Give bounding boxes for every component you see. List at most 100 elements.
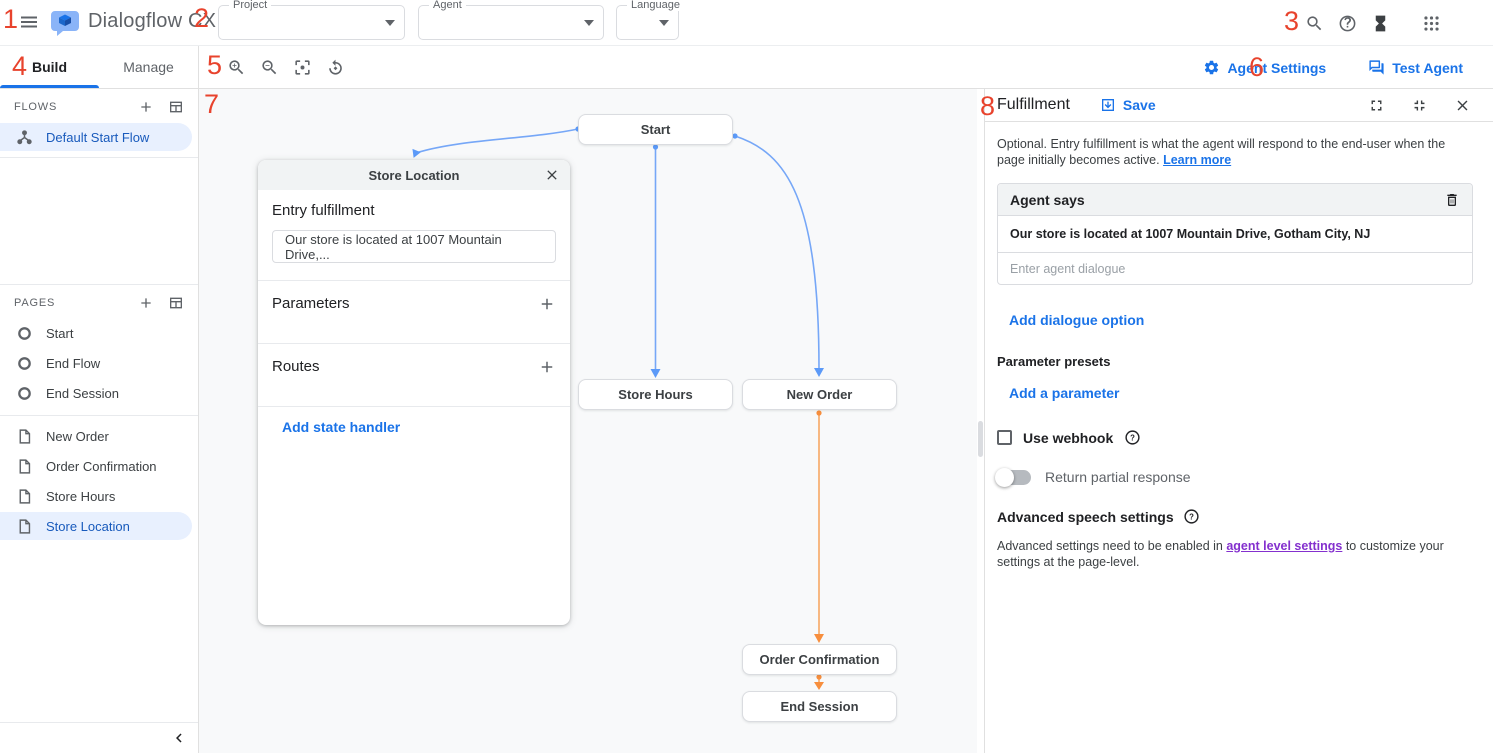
node-order-confirmation[interactable]: Order Confirmation (742, 644, 897, 675)
page-item-label: End Session (46, 386, 119, 401)
tab-build[interactable]: Build (0, 46, 99, 88)
svg-text:?: ? (1130, 433, 1135, 442)
use-webhook-checkbox[interactable] (997, 430, 1012, 445)
sidebar-item-end-flow-page[interactable]: End Flow (0, 349, 192, 377)
fulfillment-description: Optional. Entry fulfillment is what the … (997, 136, 1473, 168)
node-label: End Session (780, 699, 858, 714)
save-icon (1100, 97, 1116, 113)
apps-grid-icon[interactable] (1422, 14, 1441, 33)
sidebar-item-default-start-flow[interactable]: Default Start Flow (0, 123, 192, 151)
return-partial-response-row: Return partial response (997, 469, 1473, 485)
flow-canvas[interactable]: Start Store Hours New Order Order Confir… (199, 89, 977, 753)
flows-table-view-icon[interactable] (168, 99, 184, 115)
delete-icon[interactable] (1444, 192, 1460, 208)
tab-manage[interactable]: Manage (99, 46, 198, 88)
page-item-label: Store Location (46, 519, 130, 534)
add-parameter-icon[interactable] (538, 295, 556, 313)
document-icon (16, 518, 33, 535)
collapse-sidebar-icon[interactable] (170, 729, 188, 747)
sidebar-footer (0, 722, 198, 753)
close-panel-icon[interactable] (1454, 97, 1471, 114)
fulfillment-panel: Fulfillment Save Optional. Entry fulfill… (985, 89, 1493, 753)
tab-manage-label: Manage (123, 59, 174, 75)
node-start[interactable]: Start (578, 114, 733, 145)
fulfillment-panel-body: Optional. Entry fulfillment is what the … (985, 122, 1493, 570)
sidebar-item-start-page[interactable]: Start (0, 319, 192, 347)
sidebar-item-store-location-page[interactable]: Store Location (0, 512, 192, 540)
page-item-label: New Order (46, 429, 109, 444)
add-a-parameter-link[interactable]: Add a parameter (1009, 385, 1473, 401)
page-item-label: Start (46, 326, 73, 341)
node-end-session[interactable]: End Session (742, 691, 897, 722)
node-label: New Order (787, 387, 853, 402)
hourglass-icon[interactable] (1371, 14, 1390, 33)
divider (258, 406, 570, 407)
dialogflow-logo-icon (50, 8, 80, 38)
page-item-label: Store Hours (46, 489, 115, 504)
sidebar-item-end-session-page[interactable]: End Session (0, 379, 192, 407)
add-page-icon[interactable] (138, 295, 154, 311)
sidebar-item-new-order-page[interactable]: New Order (0, 422, 192, 450)
page-circle-icon (16, 385, 33, 402)
add-flow-icon[interactable] (138, 99, 154, 115)
menu-icon[interactable] (20, 13, 38, 31)
chevron-down-icon (659, 20, 669, 26)
routes-row[interactable]: Routes (272, 344, 556, 389)
parameters-row[interactable]: Parameters (272, 281, 556, 326)
page-item-label: Order Confirmation (46, 459, 157, 474)
advanced-speech-settings-label: Advanced speech settings (997, 509, 1174, 525)
store-location-card-header[interactable]: Store Location (258, 160, 570, 190)
agent-dialogue-input[interactable] (1010, 262, 1460, 276)
project-select[interactable]: Project (218, 5, 405, 40)
node-new-order[interactable]: New Order (742, 379, 897, 410)
panel-resize-handle[interactable] (978, 421, 983, 457)
agent-says-title: Agent says (1010, 192, 1444, 208)
help-icon[interactable] (1338, 14, 1357, 33)
pages-section: PAGES Start End Flow End Session (0, 284, 198, 542)
pages-header-label: PAGES (14, 297, 124, 309)
store-location-card-title: Store Location (258, 168, 570, 183)
zoom-in-icon[interactable] (227, 58, 246, 77)
center-focus-icon[interactable] (293, 58, 312, 77)
agent-says-header: Agent says (998, 184, 1472, 216)
close-icon[interactable] (544, 167, 560, 183)
flows-empty-space (0, 158, 198, 284)
entry-fulfillment-field[interactable]: Our store is located at 1007 Mountain Dr… (272, 230, 556, 263)
language-select[interactable]: Language (616, 5, 679, 40)
search-icon[interactable] (1305, 14, 1324, 33)
save-button[interactable]: Save (1100, 97, 1156, 113)
agent-select[interactable]: Agent (418, 5, 604, 40)
agent-level-settings-link[interactable]: agent level settings (1226, 539, 1342, 553)
speech-settings-help-icon[interactable]: ? (1183, 508, 1200, 525)
agent-settings-button[interactable]: Agent Settings (1197, 55, 1332, 80)
learn-more-link[interactable]: Learn more (1163, 153, 1231, 167)
note-text-pre: Advanced settings need to be enabled in (997, 539, 1226, 553)
zoom-out-icon[interactable] (260, 58, 279, 77)
pages-table-view-icon[interactable] (168, 295, 184, 311)
pages-header: PAGES (0, 285, 198, 317)
return-partial-response-toggle[interactable] (997, 470, 1031, 485)
flow-item-label: Default Start Flow (46, 130, 149, 145)
parameter-presets-label: Parameter presets (997, 354, 1473, 369)
fullscreen-icon[interactable] (1368, 97, 1385, 114)
fulfillment-title: Fulfillment (997, 96, 1070, 114)
node-store-hours[interactable]: Store Hours (578, 379, 733, 410)
use-webhook-row: Use webhook ? (997, 429, 1473, 446)
add-state-handler-link[interactable]: Add state handler (272, 419, 556, 435)
sidebar-item-store-hours-page[interactable]: Store Hours (0, 482, 192, 510)
webhook-help-icon[interactable]: ? (1124, 429, 1141, 446)
view-tabs: Build Manage (0, 46, 199, 88)
toggle-knob (995, 468, 1014, 487)
agent-says-message[interactable]: Our store is located at 1007 Mountain Dr… (998, 216, 1472, 253)
add-route-icon[interactable] (538, 358, 556, 376)
flow-icon (16, 129, 33, 146)
test-agent-button[interactable]: Test Agent (1362, 55, 1469, 80)
add-dialogue-option-link[interactable]: Add dialogue option (1009, 312, 1473, 328)
advanced-speech-settings-row: Advanced speech settings ? (997, 508, 1473, 525)
node-label: Order Confirmation (760, 652, 880, 667)
fullscreen-exit-icon[interactable] (1411, 97, 1428, 114)
agent-says-card: Agent says Our store is located at 1007 … (997, 183, 1473, 285)
reset-zoom-icon[interactable] (326, 58, 345, 77)
sidebar: FLOWS Default Start Flow PAGES (0, 89, 199, 753)
sidebar-item-order-confirmation-page[interactable]: Order Confirmation (0, 452, 192, 480)
